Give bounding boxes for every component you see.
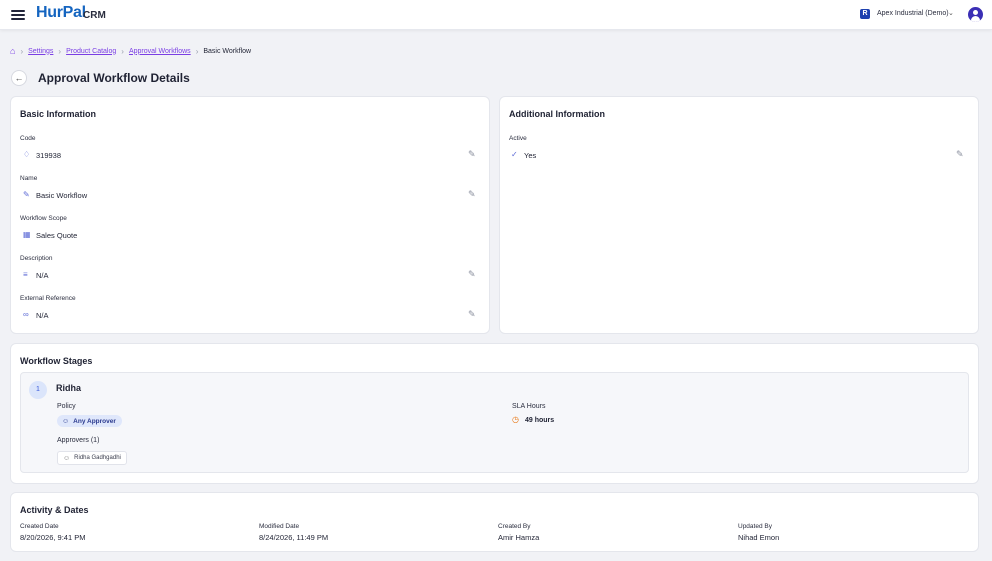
workflow-scope-label: Workflow Scope — [20, 215, 67, 222]
description-label: Description — [20, 255, 53, 262]
edit-name-icon[interactable]: ✎ — [468, 190, 476, 199]
breadcrumb-settings[interactable]: Settings — [28, 48, 53, 55]
edit-external-reference-icon[interactable]: ✎ — [468, 310, 476, 319]
stage-number: 1 — [29, 381, 47, 399]
created-date-label: Created Date — [20, 523, 59, 530]
basic-info-card — [10, 96, 490, 334]
grid-icon: ▦ — [23, 230, 31, 239]
edit-active-icon[interactable]: ✎ — [956, 150, 964, 159]
stage-item — [20, 372, 969, 473]
approver-chip: ☺ Ridha Gadhgadhi — [57, 451, 127, 465]
clock-icon: ◷ — [512, 415, 519, 424]
updated-by-value: Nihad Emon — [738, 533, 780, 542]
active-label: Active — [509, 135, 527, 142]
edit-code-icon[interactable]: ✎ — [468, 150, 476, 159]
description-value: N/A — [36, 271, 49, 280]
breadcrumb-separator: › — [20, 46, 24, 56]
name-label: Name — [20, 175, 38, 182]
external-reference-label: External Reference — [20, 295, 76, 302]
page-title: Approval Workflow Details — [38, 71, 190, 85]
breadcrumb: ⌂ › Settings › Product Catalog › Approva… — [10, 46, 251, 56]
code-label: Code — [20, 135, 36, 142]
pencil-icon: ✎ — [23, 190, 30, 199]
updated-by-label: Updated By — [738, 523, 772, 530]
back-button[interactable]: ← — [11, 70, 27, 86]
user-icon: ☺ — [62, 417, 70, 425]
workflow-scope-value: Sales Quote — [36, 231, 78, 240]
activity-card — [10, 492, 979, 552]
code-value: 319938 — [36, 151, 62, 160]
brand-suffix: CRM — [83, 10, 106, 21]
workflow-stages-title: Workflow Stages — [20, 356, 93, 366]
link-icon: ∞ — [23, 310, 29, 319]
external-reference-value: N/A — [36, 311, 49, 320]
modified-date-value: 8/24/2026, 11:49 PM — [259, 533, 329, 542]
sla-value: 49 hours — [525, 417, 555, 424]
additional-info-title: Additional Information — [509, 109, 605, 119]
edit-description-icon[interactable]: ✎ — [468, 270, 476, 279]
breadcrumb-separator: › — [121, 46, 124, 56]
modified-date-label: Modified Date — [259, 523, 300, 530]
additional-info-card — [499, 96, 979, 334]
check-circle-icon: ✓ — [511, 150, 518, 159]
approvers-label: Approvers (1) — [57, 437, 100, 444]
org-icon: R — [860, 9, 870, 19]
basic-info-title: Basic Information — [20, 109, 97, 119]
org-switcher[interactable]: Apex Industrial (Demo) — [877, 10, 949, 17]
created-by-value: Amir Hamza — [498, 533, 540, 542]
sla-label: SLA Hours — [512, 403, 546, 410]
menu-icon[interactable] — [11, 8, 25, 22]
top-bar: HurPal CRM R Apex Industrial (Demo) ⌄ — [0, 0, 992, 30]
policy-badge: ☺ Any Approver — [57, 415, 122, 427]
created-date-value: 8/20/2026, 9:41 PM — [20, 533, 86, 542]
chevron-down-icon[interactable]: ⌄ — [948, 9, 954, 17]
brand-logo[interactable]: HurPal — [36, 4, 86, 22]
breadcrumb-separator: › — [195, 46, 199, 56]
breadcrumb-current: Basic Workflow — [203, 47, 252, 55]
lines-icon: ≡ — [23, 270, 28, 279]
created-by-label: Created By — [498, 523, 531, 530]
tag-icon: ♢ — [23, 150, 31, 159]
home-icon[interactable]: ⌂ — [10, 46, 15, 56]
policy-label: Policy — [57, 403, 76, 410]
policy-value: Any Approver — [73, 417, 116, 425]
active-value: Yes — [524, 151, 537, 160]
user-avatar[interactable] — [968, 7, 983, 22]
breadcrumb-separator: › — [58, 46, 62, 56]
approver-name: Ridha Gadhgadhi — [74, 455, 121, 461]
breadcrumb-approval-workflows[interactable]: Approval Workflows — [129, 48, 191, 55]
user-icon: ☺ — [63, 454, 71, 462]
stage-name: Ridha — [56, 383, 82, 393]
activity-title: Activity & Dates — [20, 505, 89, 515]
name-value: Basic Workflow — [36, 191, 88, 200]
breadcrumb-product-catalog[interactable]: Product Catalog — [66, 48, 116, 55]
